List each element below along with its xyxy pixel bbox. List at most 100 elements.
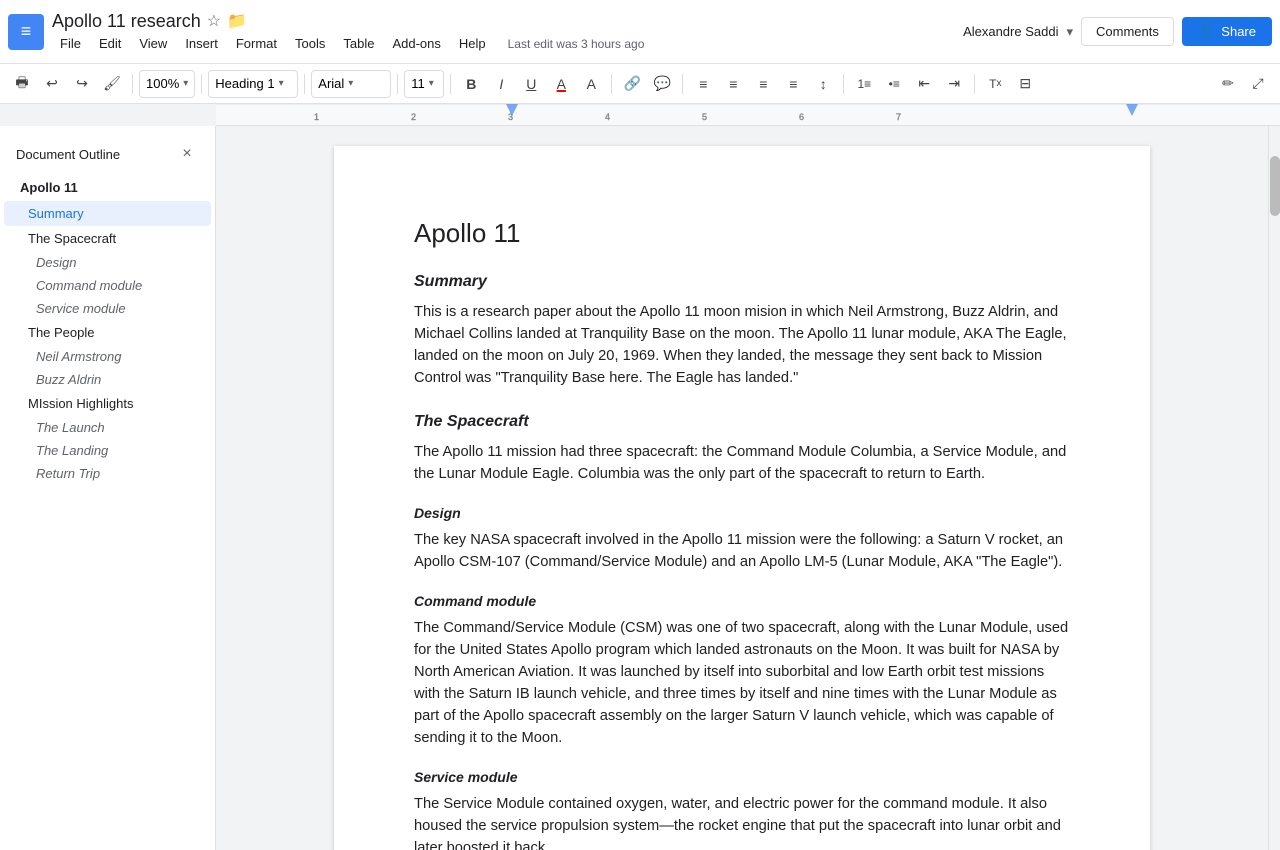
svg-text:1: 1 — [314, 112, 319, 122]
toolbar-divider-2 — [201, 74, 202, 94]
section-body-service-module: The Service Module contained oxygen, wat… — [414, 793, 1070, 850]
last-edit-status: Last edit was 3 hours ago — [508, 37, 645, 51]
toolbar-divider-1 — [132, 74, 133, 94]
comments-button[interactable]: Comments — [1081, 17, 1174, 46]
toolbar-divider-7 — [682, 74, 683, 94]
heading-style-value: Heading 1 — [215, 76, 274, 91]
zoom-dropdown-arrow: ▾ — [183, 78, 188, 89]
outline-item-mission-highlights[interactable]: MIssion Highlights — [4, 391, 211, 416]
align-justify-button[interactable]: ≡ — [779, 70, 807, 98]
doc-title-row: Apollo 11 research ☆ 📁 — [52, 11, 963, 32]
heading-style-dropdown[interactable]: Heading 1 ▾ — [208, 70, 298, 98]
toolbar-divider-3 — [304, 74, 305, 94]
user-dropdown-arrow[interactable]: ▾ — [1066, 24, 1073, 40]
svg-text:5: 5 — [702, 112, 707, 122]
section-heading-spacecraft: The Spacecraft — [414, 413, 1070, 431]
vertical-scrollbar[interactable] — [1268, 126, 1280, 850]
share-button[interactable]: 👤 Share — [1182, 17, 1272, 46]
text-color-button[interactable]: A — [547, 70, 575, 98]
font-dropdown-arrow: ▾ — [348, 78, 353, 89]
menu-tools[interactable]: Tools — [287, 34, 333, 53]
document-area[interactable]: Apollo 11 Summary This is a research pap… — [216, 126, 1268, 850]
menu-file[interactable]: File — [52, 34, 89, 53]
outline-item-people[interactable]: The People — [4, 320, 211, 345]
numbered-list-button[interactable]: 1≡ — [850, 70, 878, 98]
document-page[interactable]: Apollo 11 Summary This is a research pap… — [334, 146, 1150, 850]
sidebar-title: Document Outline — [16, 147, 120, 162]
outline-item-return[interactable]: Return Trip — [4, 462, 211, 485]
doc-title[interactable]: Apollo 11 research — [52, 11, 201, 32]
doc-main-title: Apollo 11 — [414, 218, 1070, 249]
align-right-button[interactable]: ≡ — [749, 70, 777, 98]
share-icon: 👤 — [1198, 23, 1215, 40]
undo-button[interactable]: ↩ — [38, 70, 66, 98]
menu-help[interactable]: Help — [451, 34, 494, 53]
collapse-toolbar-button[interactable]: ⤢ — [1244, 70, 1272, 98]
section-body-spacecraft: The Apollo 11 mission had three spacecra… — [414, 441, 1070, 485]
sidebar-close-button[interactable]: × — [175, 142, 199, 166]
menu-edit[interactable]: Edit — [91, 34, 129, 53]
menu-table[interactable]: Table — [335, 34, 382, 53]
section-body-summary: This is a research paper about the Apoll… — [414, 301, 1070, 389]
clear-format-button[interactable]: Tx — [981, 70, 1009, 98]
link-button[interactable]: 🔗 — [618, 70, 646, 98]
scrollbar-thumb[interactable] — [1270, 156, 1280, 216]
print-button[interactable]: 🖶 — [8, 70, 36, 98]
outline-item-service-module[interactable]: Service module — [4, 297, 211, 320]
section-heading-command-module: Command module — [414, 593, 1070, 609]
toolbar-divider-6 — [611, 74, 612, 94]
sidebar-header: Document Outline × — [0, 134, 215, 174]
svg-text:2: 2 — [411, 112, 416, 122]
menu-format[interactable]: Format — [228, 34, 285, 53]
bullet-list-button[interactable]: •≡ — [880, 70, 908, 98]
top-bar: ≡ Apollo 11 research ☆ 📁 File Edit View … — [0, 0, 1280, 64]
main-layout: Document Outline × Apollo 11 Summary The… — [0, 126, 1280, 850]
menu-insert[interactable]: Insert — [177, 34, 226, 53]
toolbar: 🖶 ↩ ↪ 🖌 100% ▾ Heading 1 ▾ Arial ▾ 11 ▾ … — [0, 64, 1280, 104]
outline-item-buzz[interactable]: Buzz Aldrin — [4, 368, 211, 391]
top-right-actions: Alexandre Saddi ▾ Comments 👤 Share — [963, 17, 1272, 46]
decrease-indent-button[interactable]: ⇤ — [910, 70, 938, 98]
bold-button[interactable]: B — [457, 70, 485, 98]
document-outline-sidebar: Document Outline × Apollo 11 Summary The… — [0, 126, 216, 850]
menu-addons[interactable]: Add-ons — [384, 34, 448, 53]
outline-item-spacecraft[interactable]: The Spacecraft — [4, 226, 211, 251]
outline-item-apollo11[interactable]: Apollo 11 — [4, 174, 211, 201]
ruler-svg: 1 2 3 4 5 6 7 — [216, 104, 1280, 126]
toolbar-divider-8 — [843, 74, 844, 94]
font-dropdown[interactable]: Arial ▾ — [311, 70, 391, 98]
more-format-button[interactable]: ⊟ — [1011, 70, 1039, 98]
font-value: Arial — [318, 76, 344, 91]
outline-item-neil[interactable]: Neil Armstrong — [4, 345, 211, 368]
underline-button[interactable]: U — [517, 70, 545, 98]
heading-dropdown-arrow: ▾ — [279, 78, 284, 89]
toolbar-divider-9 — [974, 74, 975, 94]
outline-item-command-module[interactable]: Command module — [4, 274, 211, 297]
align-left-button[interactable]: ≡ — [689, 70, 717, 98]
app-menu-icon[interactable]: ≡ — [8, 14, 44, 50]
svg-text:7: 7 — [896, 112, 901, 122]
section-heading-service-module: Service module — [414, 769, 1070, 785]
zoom-dropdown[interactable]: 100% ▾ — [139, 70, 195, 98]
outline-item-summary[interactable]: Summary — [4, 201, 211, 226]
redo-button[interactable]: ↪ — [68, 70, 96, 98]
share-label: Share — [1221, 24, 1256, 39]
star-icon[interactable]: ☆ — [207, 11, 221, 31]
outline-item-landing[interactable]: The Landing — [4, 439, 211, 462]
menu-view[interactable]: View — [131, 34, 175, 53]
folder-icon[interactable]: 📁 — [227, 11, 247, 31]
increase-indent-button[interactable]: ⇥ — [940, 70, 968, 98]
italic-button[interactable]: I — [487, 70, 515, 98]
comment-button[interactable]: 💬 — [648, 70, 676, 98]
outline-item-design[interactable]: Design — [4, 251, 211, 274]
highlight-color-button[interactable]: A — [577, 70, 605, 98]
outline-item-launch[interactable]: The Launch — [4, 416, 211, 439]
line-spacing-button[interactable]: ↕ — [809, 70, 837, 98]
section-heading-summary: Summary — [414, 273, 1070, 291]
paint-format-button[interactable]: 🖌 — [98, 70, 126, 98]
font-size-dropdown[interactable]: 11 ▾ — [404, 70, 444, 98]
section-heading-design: Design — [414, 505, 1070, 521]
align-center-button[interactable]: ≡ — [719, 70, 747, 98]
pen-mode-button[interactable]: ✏ — [1214, 70, 1242, 98]
toolbar-divider-4 — [397, 74, 398, 94]
